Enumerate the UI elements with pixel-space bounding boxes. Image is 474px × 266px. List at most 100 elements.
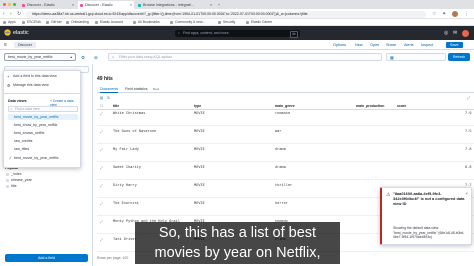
bookmark-item[interactable]: Community & new... [170, 20, 205, 25]
data-view-option[interactable]: raw_credits [8, 138, 78, 144]
date-picker[interactable]: ▦ [386, 53, 446, 61]
column-header-main-production[interactable]: main_production [356, 104, 384, 109]
url-field[interactable]: https://demo-aa38a7.kb.us-central1.gcp.c… [26, 10, 426, 18]
expand-row-icon[interactable]: ⤢ [100, 202, 103, 206]
expand-row-icon[interactable]: ⤢ [100, 238, 103, 242]
column-header-main-genre[interactable]: main_genre [275, 104, 295, 109]
browser-menu-icon[interactable]: ⋮ [464, 11, 469, 17]
refresh-button[interactable]: Refresh [448, 53, 470, 61]
extensions-icon[interactable]: ✦ [442, 11, 446, 17]
tab-close-icon[interactable]: × [210, 1, 212, 9]
table-row[interactable]: ⤢ Sweet Charity MOVIE drama 6.8 [97, 164, 474, 180]
cell-main-genre: thriller [275, 184, 293, 188]
bookmark-item[interactable]: All Bookmarks [133, 20, 160, 25]
table-row[interactable]: ⤢ The Guns of Navarone MOVIE war 7.5 [97, 128, 474, 144]
bookmark-item[interactable]: ESCENA [22, 20, 41, 25]
help-icon[interactable]: ◎ [444, 29, 448, 37]
bookmark-item[interactable]: GitHub [46, 20, 62, 25]
browser-tab-bar: Discover - Elastic × Discover - Elastic … [0, 0, 474, 9]
columns-icon[interactable]: ▥ [100, 96, 103, 100]
back-arrow-icon[interactable]: ‹ [3, 11, 5, 17]
window-zoom-dot[interactable] [13, 3, 16, 6]
add-field-to-data-view-item[interactable]: + Add a field to this data view [7, 74, 57, 79]
elastic-logo-icon[interactable] [4, 29, 11, 36]
profile-avatar[interactable] [452, 11, 458, 17]
tab-close-icon[interactable]: × [72, 1, 74, 9]
data-view-option[interactable]: best_movie_by_year_netflix [8, 114, 78, 120]
data-view-option-checked[interactable]: ✓ best_movie_by_year_netflix [8, 155, 78, 161]
options-gear-icon[interactable]: ⚙ [81, 54, 85, 61]
share-menu[interactable]: Share [386, 42, 396, 48]
rows-per-page[interactable]: Rows per page: 100 [97, 256, 128, 260]
open-menu[interactable]: Open [370, 42, 379, 48]
sidebar-field[interactable]: title [6, 184, 17, 188]
hamburger-menu-icon[interactable]: ≡ [4, 42, 7, 48]
close-icon[interactable]: × [465, 191, 468, 196]
browser-tab-3[interactable]: Browse integrations - Integrati... × [136, 1, 214, 9]
data-view-option[interactable]: raw_titles [8, 146, 78, 152]
cell-main-genre: romance [275, 112, 291, 116]
column-header-type[interactable]: type [194, 104, 201, 109]
saved-query-icon[interactable]: ⊜ [94, 54, 98, 61]
expand-row-icon[interactable]: ⤢ [100, 112, 103, 116]
bookmark-item[interactable]: Security [218, 20, 235, 25]
new-menu[interactable]: New [355, 42, 363, 48]
video-caption: So, this has a list of best movies by ye… [135, 222, 340, 264]
user-avatar[interactable] [462, 29, 469, 37]
bookmark-item[interactable]: Onboarding [66, 20, 89, 25]
cell-title: Taxi Driver [113, 238, 137, 242]
expand-row-icon[interactable]: ⤢ [100, 148, 103, 152]
inspect-menu[interactable]: Inspect [421, 42, 433, 48]
sidebar-field[interactable]: release_year [6, 178, 32, 182]
alerts-menu[interactable]: Alerts [404, 42, 414, 48]
new-tab-button[interactable]: + [216, 1, 224, 9]
sort-icon[interactable]: ⇅ [107, 96, 110, 100]
expand-row-icon[interactable]: ⤢ [100, 166, 103, 170]
bookmark-item[interactable]: Apps [3, 20, 16, 25]
select-all-checkbox[interactable]: ☐ [100, 104, 103, 109]
reload-icon[interactable]: ↻ [17, 11, 21, 17]
browser-tab-2[interactable]: Discover - Elastic × [78, 1, 134, 9]
kibana-breadcrumb-bar: ≡ Discover Options New Open Share Alerts… [0, 40, 474, 50]
brand-label[interactable]: elastic [13, 29, 29, 37]
column-header-score[interactable]: score [397, 104, 406, 109]
gear-icon: ⚙ [7, 83, 11, 88]
expand-row-icon[interactable]: ⤢ [100, 130, 103, 134]
expand-row-icon[interactable]: ⤢ [100, 184, 103, 188]
table-row[interactable]: ⤢ My Fair Lady MOVIE drama 7.8 [97, 146, 474, 162]
add-field-button[interactable]: Add a field [5, 254, 88, 262]
tab-close-icon[interactable]: × [130, 1, 132, 9]
table-row[interactable]: ⤢ White Christmas MOVIE romance 7.6 [97, 110, 474, 126]
find-data-view-input[interactable]: ⌕ Find a data view [8, 106, 78, 112]
data-view-option[interactable]: best_show_by_year_netflix [8, 122, 78, 128]
tab-label: Browse integrations - Integrati... [143, 3, 194, 7]
bookmark-item[interactable]: Elastic Account [95, 20, 123, 25]
expand-row-icon[interactable]: ⤢ [100, 220, 103, 224]
manage-data-view-item[interactable]: ⚙ Manage this data view [7, 83, 49, 88]
data-view-option[interactable]: best_shows_netflix [8, 130, 78, 136]
window-minimize-dot[interactable] [8, 3, 11, 6]
toast-title: "8aa01600-aa8a-4ef5-9fc3-342e3f0dbc4f" i… [393, 191, 465, 207]
options-menu[interactable]: Options [333, 42, 346, 48]
cell-type: MOVIE [194, 184, 205, 188]
global-search-input[interactable]: ⌕ Find apps, content, and more. ⌘/ [175, 29, 300, 38]
tab-documents[interactable]: Documents [100, 87, 119, 93]
browser-tab-1[interactable]: Discover - Elastic × [20, 1, 76, 9]
view-mode-tabs: Documents Field statistics Beta [97, 86, 474, 93]
star-icon[interactable]: ☆ [432, 11, 436, 17]
column-header-title[interactable]: title [113, 104, 119, 109]
fullscreen-icon[interactable]: ⤢ [467, 96, 470, 100]
kql-search-input[interactable]: ⌕ Filter your data using KQL syntax [108, 53, 382, 61]
newsfeed-icon[interactable]: ✉ [453, 29, 457, 37]
bookmark-item[interactable]: Elastic Career [246, 20, 272, 25]
save-button[interactable]: Save [446, 42, 463, 48]
forward-arrow-icon[interactable]: › [10, 11, 12, 17]
data-view-popover: + Add a field to this data view ⚙ Manage… [3, 70, 82, 168]
tab-field-statistics[interactable]: Field statistics [125, 87, 148, 92]
sidebar-field[interactable]: _index [6, 172, 22, 176]
cell-score: 6.8 [465, 166, 472, 170]
caption-line: movies by year on Netflix, [154, 245, 321, 261]
data-view-selector[interactable]: best_movie_by_year_netflix ▴ [4, 53, 76, 61]
window-close-dot[interactable] [3, 3, 6, 6]
breadcrumb[interactable]: Discover [14, 42, 36, 48]
